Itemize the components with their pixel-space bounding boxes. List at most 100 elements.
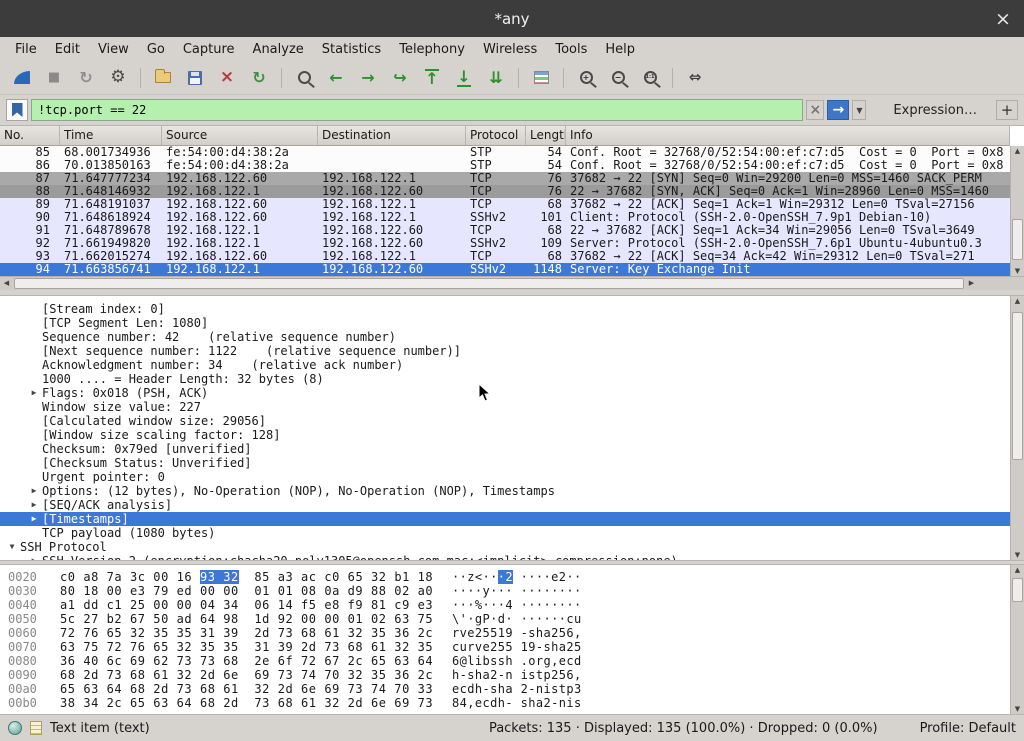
expander-icon[interactable] xyxy=(26,428,42,442)
detail-row[interactable]: [Calculated window size: 29056] xyxy=(0,414,1010,428)
scrollbar-thumb[interactable] xyxy=(1012,312,1023,460)
toolbar-button[interactable] xyxy=(288,64,320,92)
detail-row[interactable]: [Window size scaling factor: 128] xyxy=(0,428,1010,442)
scroll-left-icon[interactable]: ◀ xyxy=(0,277,13,290)
detail-row[interactable]: Sequence number: 42 (relative sequence n… xyxy=(0,330,1010,344)
column-header[interactable]: Time xyxy=(60,126,162,145)
filter-bookmark-button[interactable] xyxy=(6,99,28,121)
capture-comment-icon[interactable] xyxy=(30,721,42,735)
column-header[interactable]: Source xyxy=(162,126,318,145)
scrollbar-thumb[interactable] xyxy=(1012,578,1023,602)
expander-icon[interactable]: ▶ xyxy=(26,386,42,400)
packet-row[interactable]: 89 71.648191037 192.168.122.60 192.168.1… xyxy=(0,198,1010,211)
scroll-up-icon[interactable]: ▲ xyxy=(1011,146,1024,156)
menu-item[interactable]: Statistics xyxy=(313,39,390,60)
column-header[interactable]: Length xyxy=(526,126,566,145)
packet-list-vscrollbar[interactable]: ▲ ▼ xyxy=(1010,146,1024,276)
menu-item[interactable]: Analyze xyxy=(244,39,313,60)
toolbar-button[interactable] xyxy=(179,64,211,92)
detail-row[interactable]: ▶ Options: (12 bytes), No-Operation (NOP… xyxy=(0,484,1010,498)
detail-row[interactable]: ▶ Flags: 0x018 (PSH, ACK) xyxy=(0,386,1010,400)
detail-row[interactable]: Acknowledgment number: 34 (relative ack … xyxy=(0,358,1010,372)
hex-row[interactable]: 0080 36 40 6c 69 62 73 73 68 2e 6f 72 67… xyxy=(0,654,1024,668)
toolbar-button[interactable]: ↻ xyxy=(70,64,102,92)
filter-add-button[interactable]: + xyxy=(996,100,1018,120)
expander-icon[interactable]: ▶ xyxy=(26,512,42,526)
menu-item[interactable]: Tools xyxy=(546,39,596,60)
menu-item[interactable]: File xyxy=(6,39,46,60)
detail-row[interactable]: Window size value: 227 xyxy=(0,400,1010,414)
expander-icon[interactable] xyxy=(26,400,42,414)
toolbar-button[interactable] xyxy=(6,64,38,92)
detail-row[interactable]: ▶ SSH Version 2 (encryption:chacha20-pol… xyxy=(0,554,1010,560)
packet-row[interactable]: 91 71.648789678 192.168.122.1 192.168.12… xyxy=(0,224,1010,237)
close-window-icon[interactable]: × xyxy=(992,8,1014,30)
expression-button[interactable]: Expression… xyxy=(883,101,987,120)
profile-button[interactable]: Profile: Default xyxy=(906,721,1016,736)
packet-row[interactable]: 93 71.662015274 192.168.122.60 192.168.1… xyxy=(0,250,1010,263)
packet-row[interactable]: 85 68.001734936 fe:54:00:d4:38:2a STP 54… xyxy=(0,146,1010,159)
hex-vscrollbar[interactable]: ▲ ▼ xyxy=(1010,565,1024,714)
column-header[interactable]: No. xyxy=(0,126,60,145)
menu-item[interactable]: Go xyxy=(138,39,174,60)
packet-row[interactable]: 88 71.648146932 192.168.122.1 192.168.12… xyxy=(0,185,1010,198)
toolbar-button[interactable]: 1:1 xyxy=(634,64,666,92)
toolbar-button[interactable]: × xyxy=(211,64,243,92)
display-filter-input[interactable] xyxy=(32,100,802,120)
hex-row[interactable]: 0070 63 75 72 76 65 32 35 35 31 39 2d 73… xyxy=(0,640,1024,654)
toolbar-button[interactable] xyxy=(147,64,179,92)
packet-row[interactable]: 90 71.648618924 192.168.122.60 192.168.1… xyxy=(0,211,1010,224)
toolbar-button[interactable]: → xyxy=(352,64,384,92)
column-header[interactable]: Info xyxy=(566,126,1010,145)
toolbar-button[interactable]: ↑ xyxy=(416,64,448,92)
detail-row[interactable]: Checksum: 0x79ed [unverified] xyxy=(0,442,1010,456)
menu-item[interactable]: Wireless xyxy=(474,39,546,60)
toolbar-button[interactable]: ⇊ xyxy=(480,64,512,92)
expander-icon[interactable] xyxy=(26,358,42,372)
menu-item[interactable]: Capture xyxy=(174,39,244,60)
menu-item[interactable]: Help xyxy=(596,39,644,60)
scroll-up-icon[interactable]: ▲ xyxy=(1011,296,1024,306)
detail-row[interactable]: [Checksum Status: Unverified] xyxy=(0,456,1010,470)
hex-row[interactable]: 0040 a1 dd c1 25 00 00 04 34 06 14 f5 e8… xyxy=(0,598,1024,612)
expander-icon[interactable] xyxy=(26,316,42,330)
column-header[interactable]: Destination xyxy=(318,126,466,145)
expander-icon[interactable]: ▶ xyxy=(26,554,42,560)
expander-icon[interactable] xyxy=(26,470,42,484)
toolbar-button[interactable] xyxy=(525,64,557,92)
detail-row[interactable]: TCP payload (1080 bytes) xyxy=(0,526,1010,540)
packet-list-hscrollbar[interactable]: ◀ ▶ xyxy=(0,276,1024,290)
expander-icon[interactable]: ▼ xyxy=(4,540,20,554)
expander-icon[interactable] xyxy=(26,526,42,540)
menu-item[interactable]: Edit xyxy=(46,39,89,60)
hex-row[interactable]: 00b0 38 34 2c 65 63 64 68 2d 73 68 61 32… xyxy=(0,696,1024,710)
detail-row[interactable]: ▶ [Timestamps] xyxy=(0,512,1010,526)
hex-row[interactable]: 00a0 65 63 64 68 2d 73 68 61 32 2d 6e 69… xyxy=(0,682,1024,696)
filter-history-dropdown-icon[interactable]: ▼ xyxy=(852,100,866,120)
expander-icon[interactable] xyxy=(26,344,42,358)
expander-icon[interactable] xyxy=(26,442,42,456)
menu-item[interactable]: Telephony xyxy=(390,39,474,60)
detail-row[interactable]: Urgent pointer: 0 xyxy=(0,470,1010,484)
hex-row[interactable]: 0090 68 2d 73 68 61 32 2d 6e 69 73 74 70… xyxy=(0,668,1024,682)
hex-row[interactable]: 0030 80 18 00 e3 79 ed 00 00 01 01 08 0a… xyxy=(0,584,1024,598)
details-vscrollbar[interactable]: ▲ ▼ xyxy=(1010,296,1024,560)
scroll-right-icon[interactable]: ▶ xyxy=(965,277,978,290)
detail-row[interactable]: ▶ [SEQ/ACK analysis] xyxy=(0,498,1010,512)
toolbar-button[interactable]: − xyxy=(602,64,634,92)
toolbar-button[interactable]: + xyxy=(570,64,602,92)
scroll-down-icon[interactable]: ▼ xyxy=(1011,266,1024,276)
scrollbar-thumb[interactable] xyxy=(1012,219,1023,261)
detail-row[interactable]: 1000 .... = Header Length: 32 bytes (8) xyxy=(0,372,1010,386)
packet-row[interactable]: 94 71.663856741 192.168.122.1 192.168.12… xyxy=(0,263,1010,276)
scroll-up-icon[interactable]: ▲ xyxy=(1011,565,1024,575)
hex-row[interactable]: 0020 c0 a8 7a 3c 00 16 93 32 85 a3 ac c0… xyxy=(0,570,1024,584)
hex-row[interactable]: 0060 72 76 65 32 35 35 31 39 2d 73 68 61… xyxy=(0,626,1024,640)
toolbar-button[interactable]: ■ xyxy=(38,64,70,92)
column-header[interactable]: Protocol xyxy=(466,126,526,145)
detail-row[interactable]: [TCP Segment Len: 1080] xyxy=(0,316,1010,330)
scroll-down-icon[interactable]: ▼ xyxy=(1011,550,1024,560)
expander-icon[interactable] xyxy=(26,414,42,428)
toolbar-button[interactable]: ↻ xyxy=(243,64,275,92)
detail-row[interactable]: [Stream index: 0] xyxy=(0,302,1010,316)
